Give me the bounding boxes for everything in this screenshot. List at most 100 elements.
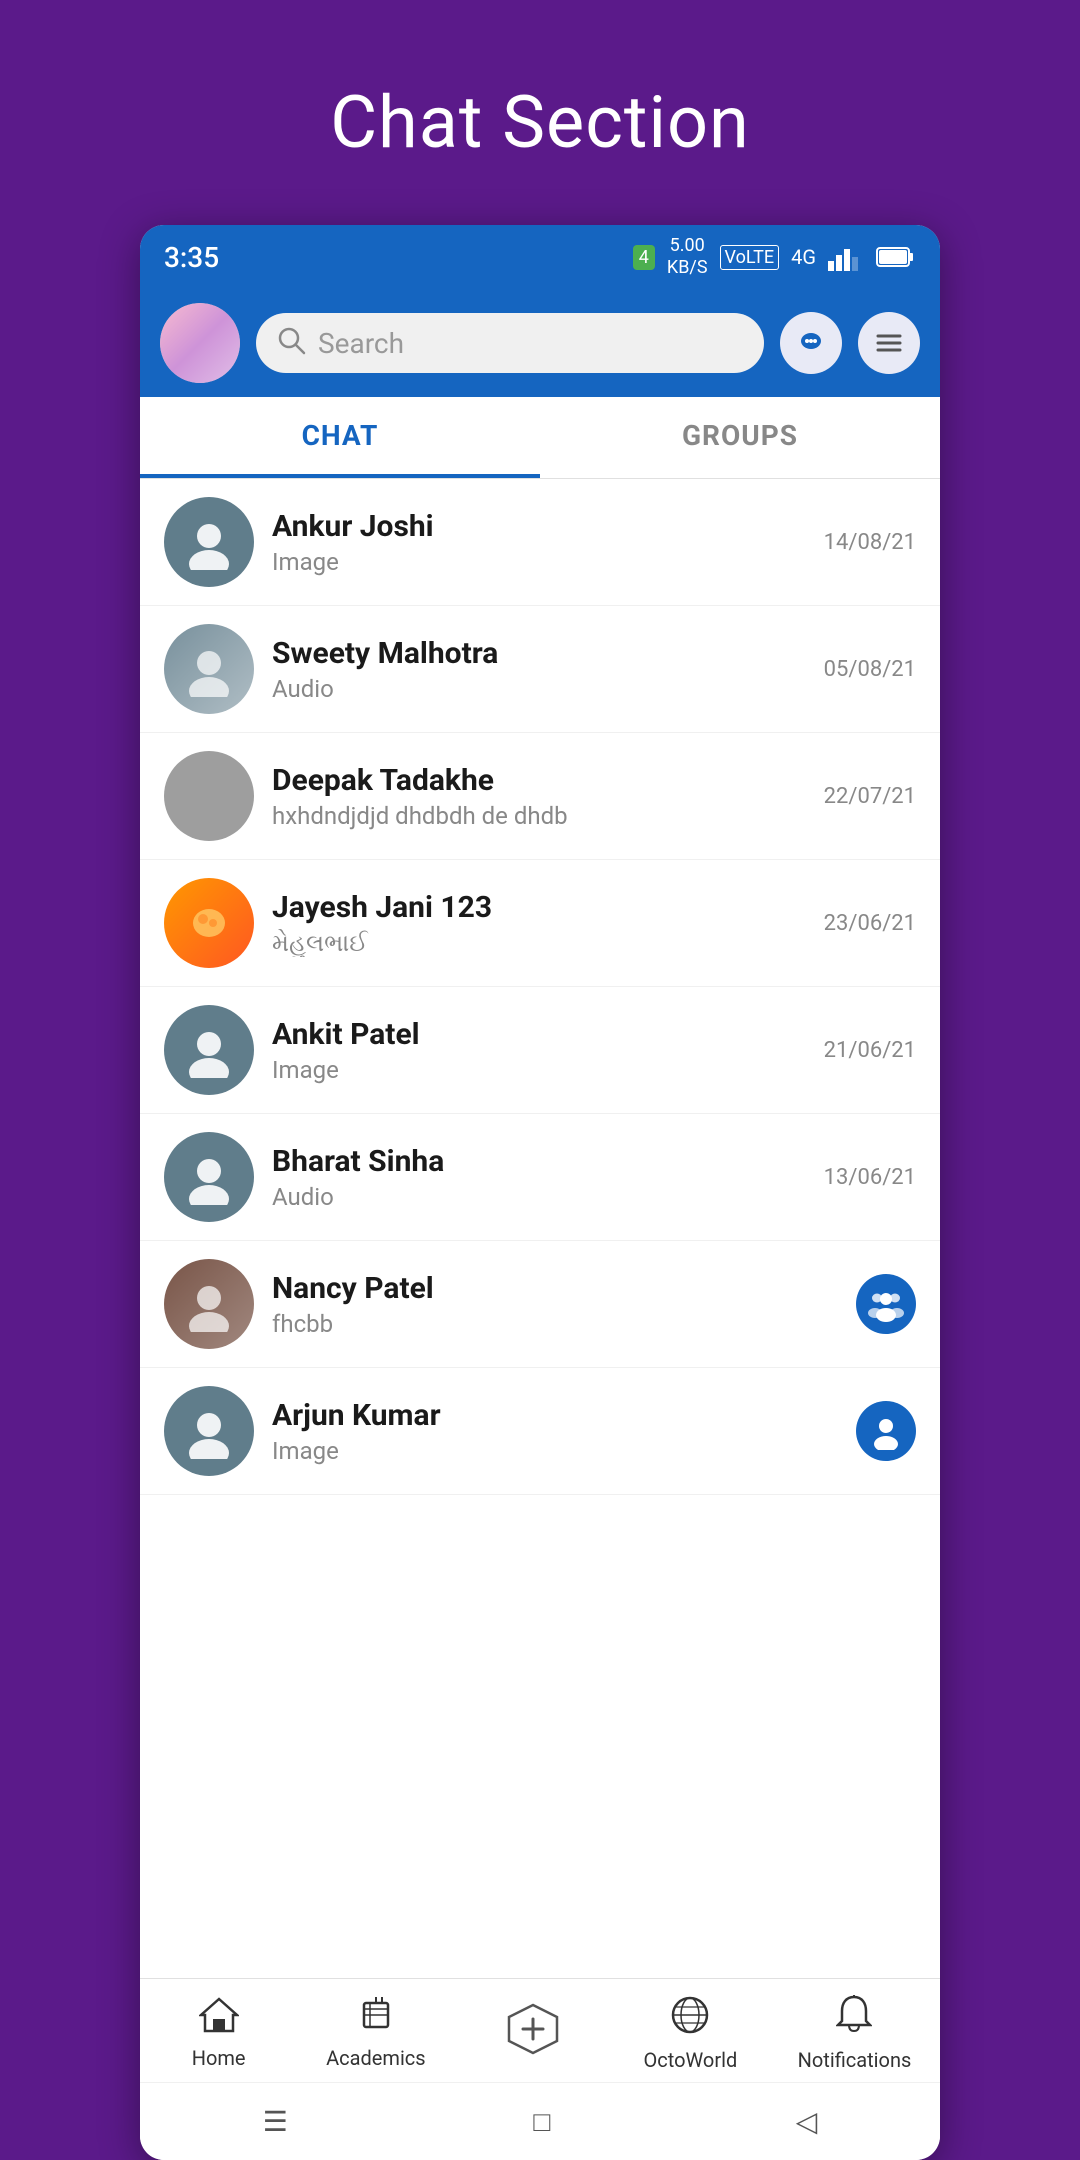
avatar [164, 1132, 254, 1222]
chat-item[interactable]: Deepak Tadakhe hxhdndjdjd dhdbdh de dhdb… [140, 733, 940, 860]
chat-preview: hxhdndjdjd dhdbdh de dhdb [272, 802, 806, 830]
chat-item[interactable]: Sweety Malhotra Audio 05/08/21 [140, 606, 940, 733]
chat-date: 21/06/21 [824, 1038, 916, 1063]
academics-icon [356, 1997, 396, 2042]
chat-date: 23/06/21 [824, 911, 916, 936]
chat-name: Bharat Sinha [272, 1144, 806, 1179]
nav-notifications[interactable]: Notifications [798, 1995, 912, 2072]
avatar [164, 1259, 254, 1349]
chat-date: 14/08/21 [824, 530, 916, 555]
chat-info: Jayesh Jani 123 મેહુલભાઈ [272, 890, 806, 957]
avatar [164, 878, 254, 968]
avatar [164, 624, 254, 714]
person-icon [181, 641, 237, 697]
chat-name: Ankur Joshi [272, 509, 806, 544]
chat-name: Arjun Kumar [272, 1398, 838, 1433]
person-icon [181, 1403, 237, 1459]
chat-info: Nancy Patel fhcbb [272, 1271, 838, 1338]
chat-date: 22/07/21 [824, 784, 916, 809]
system-menu-button[interactable]: ☰ [233, 2097, 318, 2146]
chat-preview: મેહુલભાઈ [272, 929, 806, 957]
chat-info: Ankur Joshi Image [272, 509, 806, 576]
person-icon [181, 1276, 237, 1332]
chat-info: Arjun Kumar Image [272, 1398, 838, 1465]
bottom-nav: Home Academics [140, 1978, 940, 2082]
bell-icon [836, 1995, 872, 2044]
network-indicator: 4G [791, 245, 816, 269]
tab-chat[interactable]: CHAT [140, 397, 540, 478]
chat-info: Bharat Sinha Audio [272, 1144, 806, 1211]
avatar [164, 751, 254, 841]
chat-item[interactable]: Bharat Sinha Audio 13/06/21 [140, 1114, 940, 1241]
chat-meta: 22/07/21 [824, 784, 916, 809]
chat-preview: Audio [272, 1183, 806, 1211]
phone-frame: 3:35 4 5.00KB/S VoLTE 4G [140, 225, 940, 2160]
mushroom-icon [181, 895, 237, 951]
chat-item[interactable]: Nancy Patel fhcbb [140, 1241, 940, 1368]
search-placeholder: Search [318, 327, 404, 360]
chat-meta: 23/06/21 [824, 911, 916, 936]
chat-name: Nancy Patel [272, 1271, 838, 1306]
person-icon [181, 514, 237, 570]
system-home-button[interactable]: □ [503, 2097, 580, 2146]
chat-date: 05/08/21 [824, 657, 916, 682]
chat-meta: 13/06/21 [824, 1165, 916, 1190]
nav-notifications-label: Notifications [798, 2048, 912, 2072]
tabs-bar: CHAT GROUPS [140, 397, 940, 479]
chat-item[interactable]: Ankur Joshi Image 14/08/21 [140, 479, 940, 606]
status-icons: 4 5.00KB/S VoLTE 4G [633, 235, 916, 278]
tab-groups[interactable]: GROUPS [540, 397, 940, 478]
person-badge-icon [867, 1412, 905, 1450]
avatar [164, 1386, 254, 1476]
avatar [164, 1005, 254, 1095]
menu-icon-button[interactable] [858, 312, 920, 374]
message-icon-button[interactable] [780, 312, 842, 374]
person-icon [181, 1149, 237, 1205]
chat-info: Deepak Tadakhe hxhdndjdjd dhdbdh de dhdb [272, 763, 806, 830]
battery-icon: 4 [633, 245, 655, 270]
speed-indicator: 5.00KB/S [667, 235, 708, 278]
status-time: 3:35 [164, 241, 219, 274]
chat-item[interactable]: Arjun Kumar Image [140, 1368, 940, 1495]
page-title: Chat Section [330, 80, 750, 165]
chat-preview: Audio [272, 675, 806, 703]
chat-item[interactable]: Jayesh Jani 123 મેહુલભાઈ 23/06/21 [140, 860, 940, 987]
nav-academics[interactable]: Academics [326, 1997, 426, 2070]
volte-indicator: VoLTE [720, 245, 780, 270]
group-badge [856, 1274, 916, 1334]
person-icon [181, 1022, 237, 1078]
avatar [164, 497, 254, 587]
system-back-button[interactable]: ◁ [766, 2097, 848, 2146]
chat-meta: 05/08/21 [824, 657, 916, 682]
home-icon [199, 1997, 239, 2042]
chat-info: Ankit Patel Image [272, 1017, 806, 1084]
person-badge [856, 1401, 916, 1461]
app-header: Search [140, 289, 940, 397]
chat-name: Deepak Tadakhe [272, 763, 806, 798]
chat-item[interactable]: Ankit Patel Image 21/06/21 [140, 987, 940, 1114]
nav-academics-label: Academics [326, 2046, 425, 2070]
chat-info: Sweety Malhotra Audio [272, 636, 806, 703]
system-nav: ☰ □ ◁ [140, 2082, 940, 2160]
chat-name: Jayesh Jani 123 [272, 890, 806, 925]
chat-meta [856, 1401, 916, 1461]
nav-octoworld-label: OctoWorld [644, 2048, 738, 2072]
chat-meta [856, 1274, 916, 1334]
chat-preview: Image [272, 548, 806, 576]
chat-date: 13/06/21 [824, 1165, 916, 1190]
status-bar: 3:35 4 5.00KB/S VoLTE 4G [140, 225, 940, 289]
battery-status-icon [876, 245, 916, 269]
search-icon [276, 325, 306, 362]
chat-preview: Image [272, 1437, 838, 1465]
plus-badge-icon [505, 2001, 561, 2066]
profile-avatar[interactable] [160, 303, 240, 383]
search-bar[interactable]: Search [256, 313, 764, 373]
nav-octoworld[interactable]: OctoWorld [640, 1995, 740, 2072]
chat-meta: 14/08/21 [824, 530, 916, 555]
nav-home[interactable]: Home [169, 1997, 269, 2070]
nav-octoplus[interactable] [483, 2001, 583, 2066]
chat-name: Sweety Malhotra [272, 636, 806, 671]
group-icon [867, 1285, 905, 1323]
globe-icon [670, 1995, 710, 2044]
chat-name: Ankit Patel [272, 1017, 806, 1052]
